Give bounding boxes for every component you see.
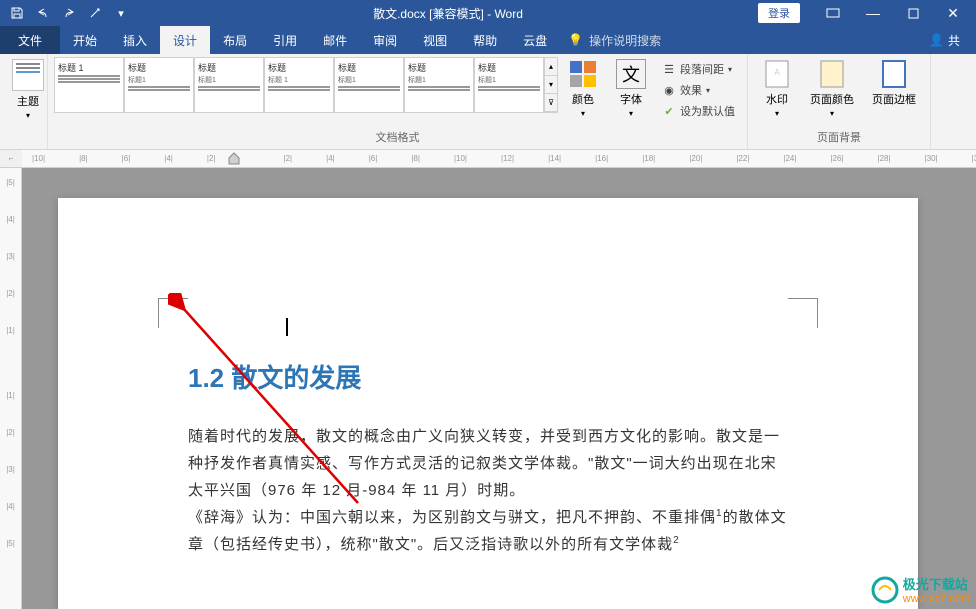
tab-design[interactable]: 设计	[160, 26, 210, 54]
chevron-down-icon: ▾	[26, 111, 30, 120]
format-style-4[interactable]: 标题标题1	[334, 57, 404, 113]
check-icon: ✔	[662, 104, 676, 118]
tab-references[interactable]: 引用	[260, 26, 310, 54]
minimize-icon[interactable]: —	[854, 2, 892, 24]
share-button[interactable]: 👤 共	[913, 26, 976, 54]
share-icon: 👤	[929, 33, 944, 47]
tell-me-search[interactable]: 💡 操作说明搜索	[560, 26, 661, 54]
tab-selector[interactable]: ⌐	[0, 150, 22, 167]
document-page[interactable]: 1.2 散文的发展 随着时代的发展，散文的概念由广义向狭义转变，并受到西方文化的…	[58, 198, 918, 609]
format-style-0[interactable]: 标题 1	[54, 57, 124, 113]
window-title: 散文.docx [兼容模式] - Word	[138, 5, 758, 22]
gallery-scroll-down[interactable]: ▾	[545, 76, 557, 94]
fonts-button[interactable]: 文 字体 ▾	[608, 57, 654, 120]
gallery-scroll-up[interactable]: ▴	[545, 58, 557, 76]
themes-icon	[12, 59, 44, 91]
format-style-3[interactable]: 标题标题 1	[264, 57, 334, 113]
tab-home[interactable]: 开始	[60, 26, 110, 54]
set-default-button[interactable]: ✔设为默认值	[658, 101, 739, 121]
margin-marker-tr	[788, 298, 818, 328]
redo-icon[interactable]	[58, 2, 80, 24]
tab-review[interactable]: 审阅	[360, 26, 410, 54]
format-style-5[interactable]: 标题标題1	[404, 57, 474, 113]
tab-insert[interactable]: 插入	[110, 26, 160, 54]
fonts-icon: 文	[616, 59, 646, 89]
tab-cloud[interactable]: 云盘	[510, 26, 560, 54]
chevron-down-icon: ▾	[775, 109, 779, 118]
document-area[interactable]: 1.2 散文的发展 随着时代的发展，散文的概念由广义向狭义转变，并受到西方文化的…	[22, 168, 976, 609]
page-color-button[interactable]: 页面颜色 ▾	[802, 57, 862, 120]
touch-mode-icon[interactable]	[84, 2, 106, 24]
horizontal-ruler[interactable]: ⌐ |10||8||6||4||2||2||4||6||8||10||12||1…	[0, 150, 976, 168]
site-watermark: 极光下载站 www.xz7.com	[871, 574, 970, 605]
vertical-ruler[interactable]: |5||4||3||2||1||1||2||3||4||5|	[0, 168, 22, 609]
document-heading[interactable]: 1.2 散文的发展	[188, 358, 788, 395]
save-icon[interactable]	[6, 2, 28, 24]
chevron-down-icon: ▾	[629, 109, 633, 118]
tab-mailings[interactable]: 邮件	[310, 26, 360, 54]
effects-icon: ◉	[662, 83, 676, 97]
qa-dropdown-icon[interactable]: ▾	[110, 2, 132, 24]
format-style-6[interactable]: 标题标题1	[474, 57, 544, 113]
colors-button[interactable]: 颜色 ▾	[560, 57, 606, 120]
watermark-button[interactable]: A 水印 ▾	[754, 57, 800, 120]
page-borders-button[interactable]: 页面边框	[864, 57, 924, 109]
themes-button[interactable]: 主题 ▾	[6, 57, 50, 122]
document-formatting-gallery[interactable]: 标题 1 标题标题1 标题标题1 标题标题 1 标题标题1 标题标題1 标题标题…	[54, 57, 558, 113]
doc-format-group-label: 文档格式	[54, 127, 741, 147]
effects-button[interactable]: ◉效果▾	[658, 80, 739, 100]
login-button[interactable]: 登录	[758, 3, 800, 23]
page-borders-icon	[879, 59, 909, 89]
format-style-2[interactable]: 标题标题1	[194, 57, 264, 113]
close-icon[interactable]: ✕	[934, 2, 972, 24]
margin-marker-tl	[158, 298, 188, 328]
chevron-down-icon: ▾	[830, 109, 834, 118]
tab-layout[interactable]: 布局	[210, 26, 260, 54]
page-color-icon	[817, 59, 847, 89]
chevron-down-icon: ▾	[581, 109, 585, 118]
page-bg-group-label: 页面背景	[754, 127, 924, 147]
document-paragraph-2[interactable]: 《辞海》认为：中国六朝以来，为区别韵文与骈文，把凡不押韵、不重排偶1的散体文章（…	[188, 504, 788, 558]
tab-file[interactable]: 文件	[0, 26, 60, 54]
indent-marker[interactable]	[228, 150, 240, 166]
svg-text:A: A	[774, 68, 780, 77]
gallery-expand[interactable]: ⊽	[545, 94, 557, 112]
document-paragraph-1[interactable]: 随着时代的发展，散文的概念由广义向狭义转变，并受到西方文化的影响。散文是一种抒发…	[188, 423, 788, 504]
maximize-icon[interactable]	[894, 2, 932, 24]
colors-icon	[568, 59, 598, 89]
watermark-icon: A	[762, 59, 792, 89]
tab-help[interactable]: 帮助	[460, 26, 510, 54]
watermark-logo-icon	[871, 576, 899, 604]
ribbon-display-icon[interactable]	[814, 2, 852, 24]
text-cursor	[286, 318, 288, 336]
spacing-icon: ☰	[662, 62, 676, 76]
format-style-1[interactable]: 标题标题1	[124, 57, 194, 113]
undo-icon[interactable]	[32, 2, 54, 24]
tab-view[interactable]: 视图	[410, 26, 460, 54]
lightbulb-icon: 💡	[568, 33, 583, 47]
paragraph-spacing-button[interactable]: ☰段落间距▾	[658, 59, 739, 79]
